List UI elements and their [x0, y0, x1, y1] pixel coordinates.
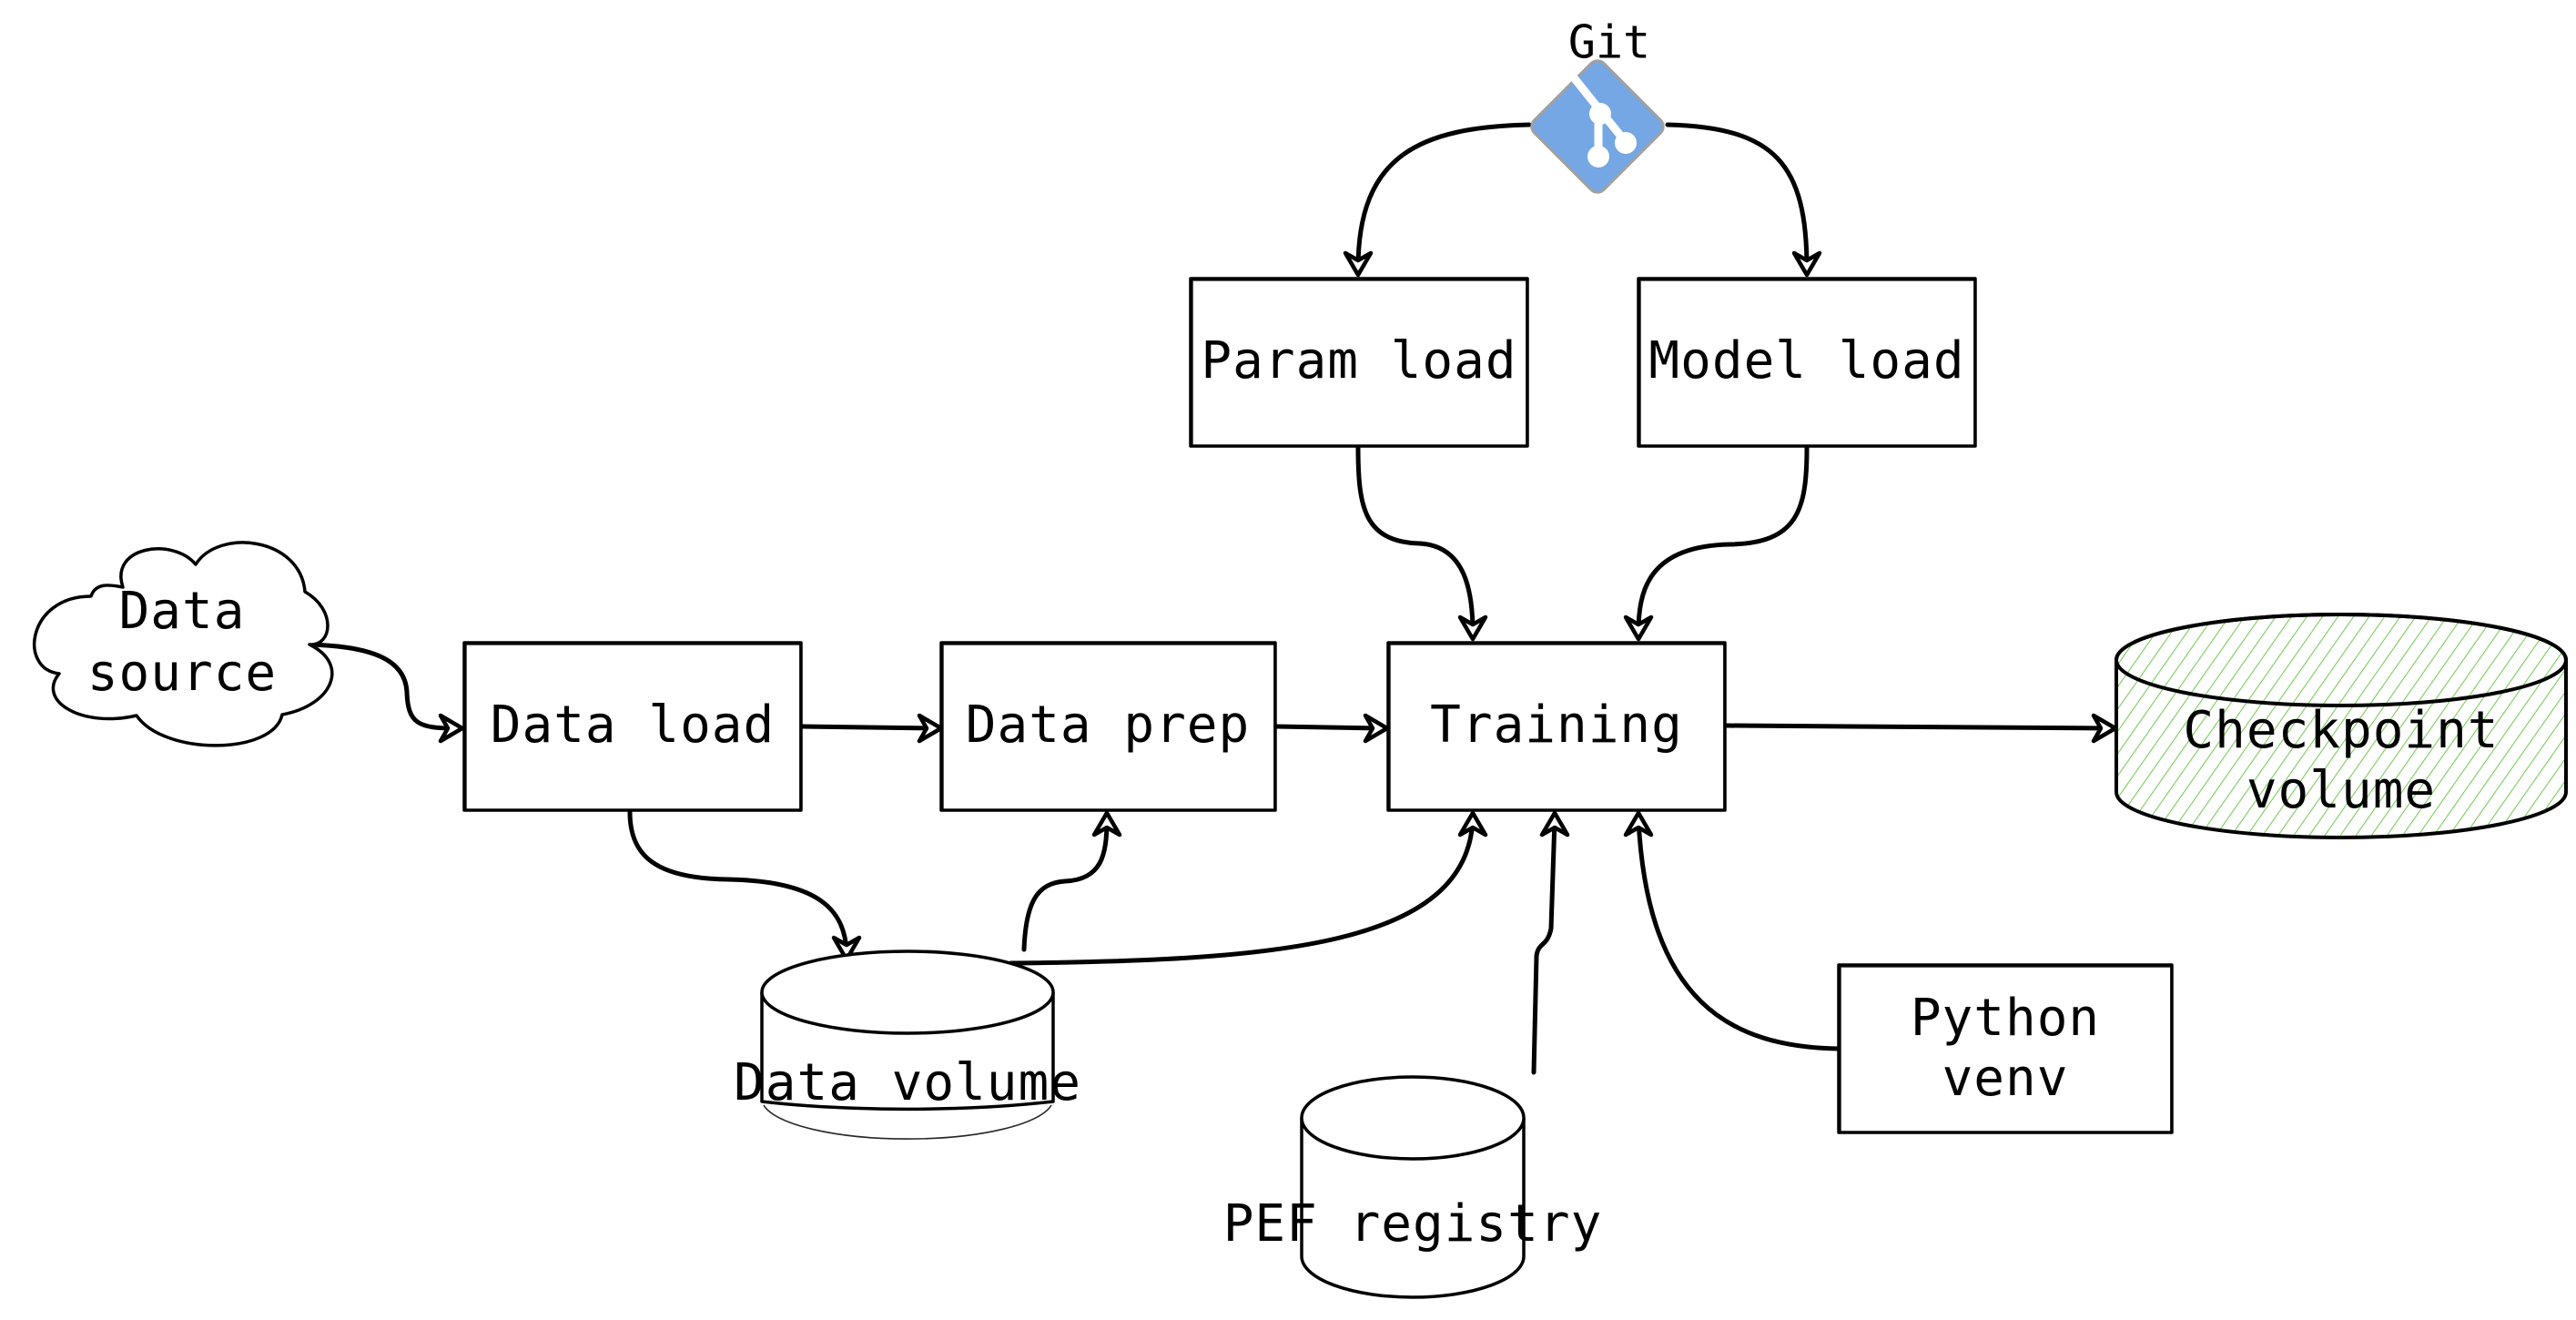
checkpoint-label-line1: Checkpoint — [2183, 701, 2499, 760]
python-venv-label-line2: venv — [1942, 1049, 2069, 1108]
param-load-label: Param load — [1201, 331, 1516, 391]
git-node[interactable]: Git — [1528, 16, 1668, 197]
data-source-label-line2: source — [87, 644, 277, 703]
checkpoint-label-line2: volume — [2246, 761, 2436, 820]
edge-python-venv-to-training — [1623, 810, 1841, 1051]
training-label: Training — [1430, 696, 1683, 755]
edges — [307, 122, 2118, 1075]
pipeline-diagram: Git Data source Data load Data prep Trai… — [33, 16, 2568, 1299]
data-source-node[interactable]: Data source — [33, 541, 334, 747]
checkpoint-volume-node[interactable]: Checkpoint volume — [2115, 613, 2568, 839]
edge-data-load-to-data-volume — [627, 809, 862, 962]
pef-registry-cylinder-top — [1300, 1075, 1526, 1161]
data-load-label: Data load — [491, 696, 775, 755]
edge-git-to-param-load — [1343, 122, 1532, 278]
git-label: Git — [1568, 16, 1650, 69]
pef-registry-label: PEF registry — [1223, 1194, 1603, 1254]
pef-registry-node[interactable]: PEF registry — [1223, 1075, 1603, 1299]
edge-git-to-model-load — [1665, 122, 1822, 278]
data-volume-cylinder-top — [760, 949, 1055, 1035]
edge-param-load-to-training — [1355, 445, 1488, 642]
data-source-label-line1: Data — [119, 582, 246, 641]
edge-data-load-to-data-prep — [800, 713, 944, 744]
edge-data-prep-to-training — [1273, 713, 1390, 744]
data-volume-label: Data volume — [734, 1053, 1081, 1112]
edge-data-source-to-data-load — [307, 642, 465, 744]
python-venv-label-line1: Python — [1911, 989, 2100, 1048]
git-logo-icon — [1530, 59, 1665, 194]
model-load-label: Model load — [1648, 331, 1964, 391]
model-load-node[interactable]: Model load — [1637, 277, 1977, 448]
edge-data-volume-to-data-prep — [1021, 810, 1122, 952]
edge-model-load-to-training — [1623, 445, 1810, 642]
edge-pef-registry-to-training — [1531, 810, 1570, 1075]
edge-training-to-checkpoint-volume — [1724, 713, 2118, 744]
python-venv-node[interactable]: Python venv — [1837, 963, 2174, 1134]
edge-data-volume-to-training — [1008, 810, 1488, 966]
training-node[interactable]: Training — [1386, 641, 1727, 812]
data-prep-node[interactable]: Data prep — [939, 641, 1277, 812]
data-prep-label: Data prep — [966, 696, 1250, 755]
data-load-node[interactable]: Data load — [462, 641, 803, 812]
param-load-node[interactable]: Param load — [1189, 277, 1529, 448]
data-volume-node[interactable]: Data volume — [734, 949, 1081, 1140]
